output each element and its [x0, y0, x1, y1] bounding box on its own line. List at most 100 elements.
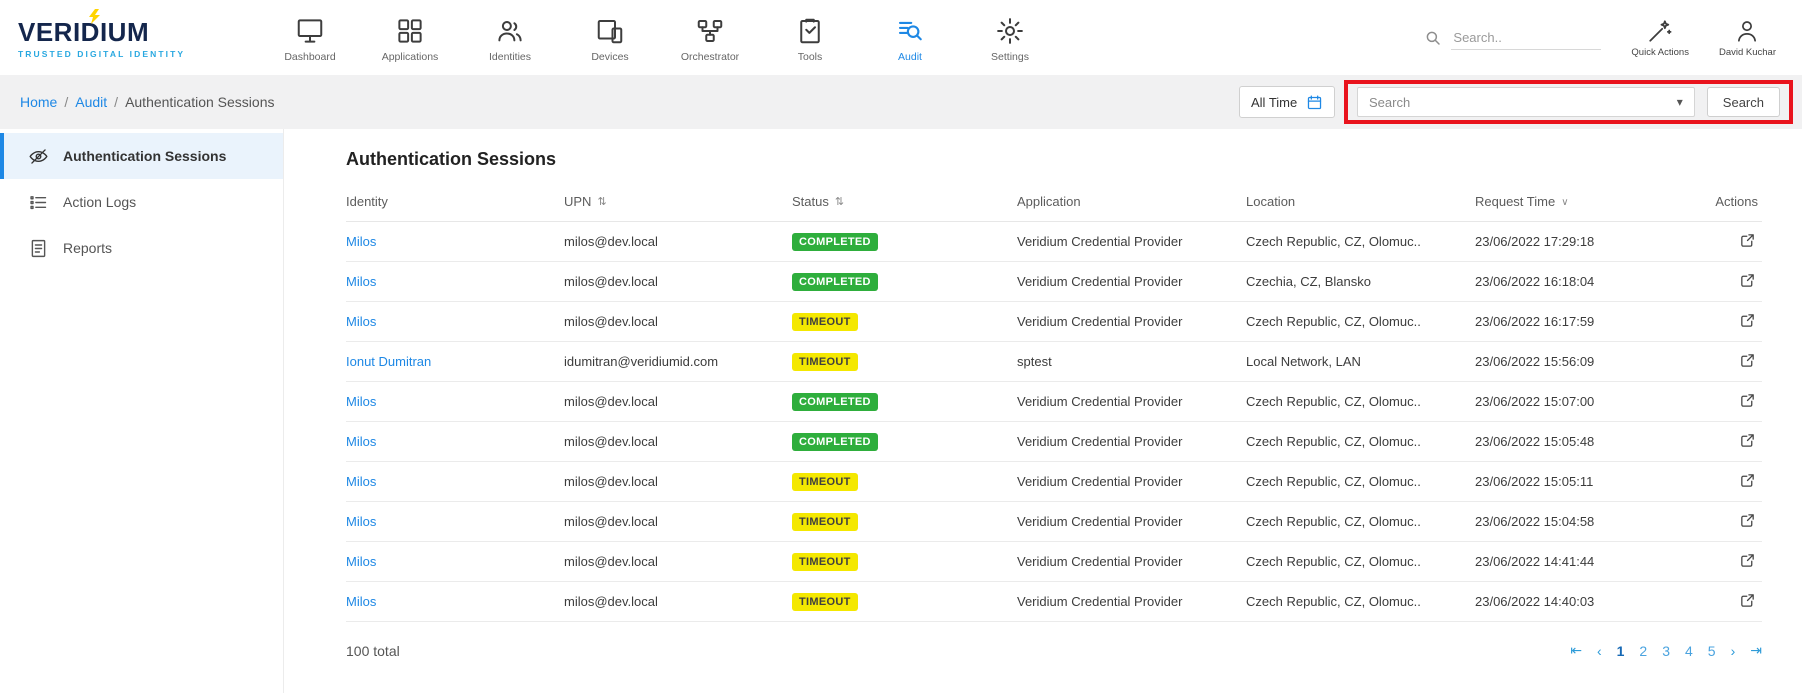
list-icon: [28, 192, 49, 213]
status-badge: TIMEOUT: [792, 473, 858, 491]
identities-icon: [495, 16, 525, 46]
quick-actions-button[interactable]: Quick Actions: [1631, 18, 1689, 58]
global-search-input[interactable]: [1451, 26, 1601, 50]
request-time-cell: 23/06/2022 15:07:00: [1475, 394, 1690, 409]
upn-cell: milos@dev.local: [564, 274, 792, 289]
table-row: Ionut Dumitran idumitran@veridiumid.com …: [346, 342, 1762, 382]
veridium-logo[interactable]: VERIDIUM TRUSTED DIGITAL IDENTITY: [0, 17, 250, 59]
identity-link[interactable]: Milos: [346, 474, 376, 489]
status-cell: COMPLETED: [792, 393, 1017, 411]
identity-link[interactable]: Milos: [346, 594, 376, 609]
application-cell: Veridium Credential Provider: [1017, 394, 1246, 409]
table-body: Milos milos@dev.local COMPLETED Veridium…: [346, 222, 1762, 622]
session-details-icon[interactable]: [1739, 512, 1756, 529]
sort-icon[interactable]: ⇅: [835, 195, 844, 208]
global-search: [1424, 26, 1601, 50]
last-page-icon[interactable]: ⇥: [1750, 642, 1762, 659]
table-header-row: Identity UPN⇅ Status⇅ Application Locati…: [346, 186, 1762, 222]
page-number[interactable]: 3: [1662, 643, 1670, 659]
tools-icon: [795, 16, 825, 46]
identity-link[interactable]: Milos: [346, 314, 376, 329]
upn-cell: milos@dev.local: [564, 234, 792, 249]
sort-desc-icon[interactable]: ∨: [1561, 197, 1568, 208]
breadcrumb-home[interactable]: Home: [20, 94, 57, 110]
nav-item-applications[interactable]: Applications: [360, 12, 460, 63]
page-number[interactable]: 1: [1617, 643, 1625, 659]
nav-label: Tools: [798, 51, 823, 63]
user-icon: [1734, 18, 1760, 44]
topnav-right-cluster: Quick Actions David Kuchar: [1424, 18, 1802, 58]
total-count-label: 100 total: [346, 643, 400, 659]
nav-item-devices[interactable]: Devices: [560, 12, 660, 63]
actions-cell: [1739, 272, 1762, 292]
sort-icon[interactable]: ⇅: [597, 195, 606, 208]
upn-cell: milos@dev.local: [564, 434, 792, 449]
time-range-button[interactable]: All Time: [1239, 86, 1335, 118]
session-details-icon[interactable]: [1739, 312, 1756, 329]
table-row: Milos milos@dev.local COMPLETED Veridium…: [346, 222, 1762, 262]
page-number[interactable]: 5: [1708, 643, 1716, 659]
identity-cell: Milos: [346, 554, 564, 569]
breadcrumb: Home / Audit / Authentication Sessions: [20, 94, 275, 110]
location-cell: Czech Republic, CZ, Olomuc..: [1246, 554, 1475, 569]
identity-link[interactable]: Milos: [346, 234, 376, 249]
sidebar-item-reports[interactable]: Reports: [0, 225, 283, 271]
application-cell: Veridium Credential Provider: [1017, 434, 1246, 449]
upn-cell: milos@dev.local: [564, 514, 792, 529]
nav-item-dashboard[interactable]: Dashboard: [260, 12, 360, 63]
logo-tagline: TRUSTED DIGITAL IDENTITY: [18, 49, 250, 59]
identity-link[interactable]: Milos: [346, 394, 376, 409]
session-details-icon[interactable]: [1739, 392, 1756, 409]
location-cell: Czech Republic, CZ, Olomuc..: [1246, 314, 1475, 329]
column-header-upn[interactable]: UPN⇅: [564, 194, 792, 209]
page-number[interactable]: 4: [1685, 643, 1693, 659]
identity-link[interactable]: Milos: [346, 434, 376, 449]
application-cell: sptest: [1017, 354, 1246, 369]
identity-link[interactable]: Milos: [346, 274, 376, 289]
column-header-status[interactable]: Status⇅: [792, 194, 1017, 209]
application-cell: Veridium Credential Provider: [1017, 474, 1246, 489]
table-row: Milos milos@dev.local COMPLETED Veridium…: [346, 262, 1762, 302]
column-header-request-time[interactable]: Request Time∨: [1475, 194, 1690, 209]
session-details-icon[interactable]: [1739, 272, 1756, 289]
audit-search-dropdown[interactable]: Search ▾: [1357, 87, 1695, 117]
sidebar-item-authentication-sessions[interactable]: Authentication Sessions: [0, 133, 283, 179]
session-details-icon[interactable]: [1739, 352, 1756, 369]
calendar-icon: [1306, 94, 1323, 111]
session-details-icon[interactable]: [1739, 552, 1756, 569]
identity-cell: Milos: [346, 434, 564, 449]
status-cell: TIMEOUT: [792, 513, 1017, 531]
upn-cell: milos@dev.local: [564, 594, 792, 609]
breadcrumb-audit[interactable]: Audit: [75, 94, 107, 110]
first-page-icon[interactable]: ⇤: [1570, 642, 1582, 659]
status-cell: COMPLETED: [792, 433, 1017, 451]
nav-item-orchestrator[interactable]: Orchestrator: [660, 12, 760, 63]
search-button[interactable]: Search: [1707, 87, 1780, 117]
column-label: Location: [1246, 194, 1295, 209]
nav-item-identities[interactable]: Identities: [460, 12, 560, 63]
actions-cell: [1739, 592, 1762, 612]
next-page-icon[interactable]: ›: [1731, 643, 1736, 659]
identity-link[interactable]: Ionut Dumitran: [346, 354, 431, 369]
session-details-icon[interactable]: [1739, 592, 1756, 609]
status-badge: COMPLETED: [792, 393, 878, 411]
page-number[interactable]: 2: [1639, 643, 1647, 659]
session-details-icon[interactable]: [1739, 472, 1756, 489]
actions-cell: [1739, 232, 1762, 252]
session-details-icon[interactable]: [1739, 232, 1756, 249]
session-details-icon[interactable]: [1739, 432, 1756, 449]
identity-link[interactable]: Milos: [346, 514, 376, 529]
top-navigation-bar: VERIDIUM TRUSTED DIGITAL IDENTITY Dashbo…: [0, 0, 1802, 75]
user-menu[interactable]: David Kuchar: [1719, 18, 1776, 58]
audit-icon: [895, 16, 925, 46]
nav-item-tools[interactable]: Tools: [760, 12, 860, 63]
nav-label: Dashboard: [284, 51, 335, 63]
prev-page-icon[interactable]: ‹: [1597, 643, 1602, 659]
identity-link[interactable]: Milos: [346, 554, 376, 569]
status-badge: TIMEOUT: [792, 313, 858, 331]
nav-item-settings[interactable]: Settings: [960, 12, 1060, 63]
status-badge: COMPLETED: [792, 233, 878, 251]
nav-item-audit[interactable]: Audit: [860, 12, 960, 63]
sidebar-item-action-logs[interactable]: Action Logs: [0, 179, 283, 225]
breadcrumb-bar: Home / Audit / Authentication Sessions A…: [0, 75, 1802, 129]
